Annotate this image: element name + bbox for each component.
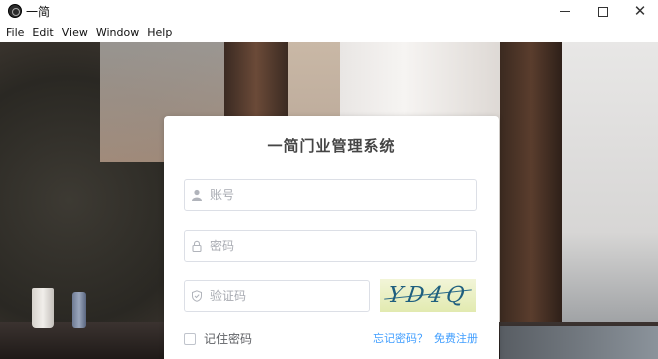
minimize-icon [560,11,570,12]
captcha-image[interactable]: YD4Q [380,279,476,312]
lock-icon [192,240,202,252]
register-link[interactable]: 免费注册 [434,332,478,345]
maximize-button[interactable] [584,0,622,23]
menu-help[interactable]: Help [143,23,176,42]
captcha-field[interactable] [184,280,370,312]
app-logo-icon [8,4,22,18]
menu-view[interactable]: View [58,23,92,42]
close-button[interactable]: ✕ [621,0,658,23]
captcha-input[interactable] [210,281,365,311]
menu-window[interactable]: Window [92,23,143,42]
auth-links: 忘记密码？ 免费注册 [373,330,478,346]
password-input[interactable] [210,231,470,261]
checkbox-icon[interactable] [184,332,196,345]
login-title: 一简门业管理系统 [267,137,396,155]
captcha-text: YD4Q [386,283,470,308]
close-icon: ✕ [633,2,647,20]
remember-password-label: 记住密码 [204,332,253,346]
minimize-button[interactable] [546,0,584,23]
menu-file[interactable]: File [2,23,28,42]
title-bar: 一简 ✕ [0,0,658,23]
login-card: 一简门业管理系统 YD4Q 记住密码 忘记密码？ 免费注册 [164,116,499,359]
maximize-icon [598,6,608,17]
username-field[interactable] [184,179,477,211]
shield-check-icon [192,290,202,302]
username-input[interactable] [210,180,470,210]
user-icon [192,189,202,201]
menu-edit[interactable]: Edit [28,23,57,42]
remember-password-checkbox[interactable]: 记住密码 [184,330,252,347]
forgot-password-link[interactable]: 忘记密码？ [373,332,428,345]
password-field[interactable] [184,230,477,262]
window-title: 一简 [26,5,51,19]
menu-bar: File Edit View Window Help [0,23,658,42]
